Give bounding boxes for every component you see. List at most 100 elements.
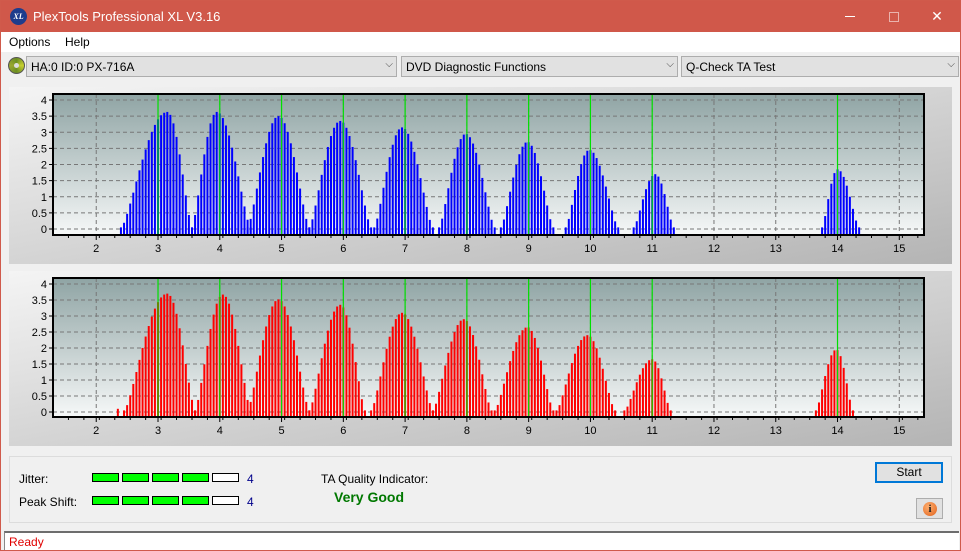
histogram-bar bbox=[326, 330, 329, 417]
test-select[interactable]: Q-Check TA Test ⌵ bbox=[681, 56, 959, 77]
histogram-bar bbox=[839, 356, 842, 417]
y-tick-label: 3.5 bbox=[32, 295, 47, 307]
histogram-bar bbox=[570, 204, 573, 235]
histogram-bar bbox=[564, 384, 567, 417]
histogram-bar bbox=[336, 306, 339, 417]
x-tick-label: 6 bbox=[340, 425, 346, 437]
histogram-bar bbox=[855, 220, 858, 235]
histogram-bar bbox=[546, 389, 549, 417]
info-button[interactable]: i bbox=[916, 498, 943, 519]
results-panel bbox=[9, 456, 952, 523]
menu-help[interactable]: Help bbox=[65, 35, 90, 49]
histogram-bar bbox=[821, 389, 824, 417]
histogram-bar bbox=[240, 364, 243, 417]
histogram-bar bbox=[456, 325, 459, 417]
histogram-bar bbox=[475, 152, 478, 235]
histogram-bar bbox=[598, 357, 601, 417]
histogram-bar bbox=[308, 227, 311, 235]
histogram-bar bbox=[536, 163, 539, 235]
histogram-bar bbox=[360, 399, 363, 417]
histogram-bar bbox=[184, 363, 187, 417]
x-tick-label: 2 bbox=[93, 425, 99, 437]
close-button[interactable]: ✕ bbox=[914, 1, 960, 32]
histogram-bar bbox=[617, 227, 620, 235]
histogram-bar bbox=[441, 378, 444, 417]
histogram-bar bbox=[413, 336, 416, 417]
histogram-bar bbox=[194, 215, 197, 235]
histogram-bar bbox=[203, 364, 206, 417]
x-tick-label: 5 bbox=[278, 425, 284, 437]
histogram-bar bbox=[197, 399, 200, 417]
y-tick-label: 0.5 bbox=[32, 391, 47, 403]
histogram-bar bbox=[425, 390, 428, 417]
histogram-bar bbox=[209, 328, 212, 417]
function-select[interactable]: DVD Diagnostic Functions ⌵ bbox=[401, 56, 678, 77]
ta-quality-value: Very Good bbox=[334, 489, 405, 505]
histogram-bar bbox=[138, 170, 141, 235]
y-tick-label: 4 bbox=[41, 279, 47, 291]
start-button[interactable]: Start bbox=[875, 462, 943, 483]
histogram-bar bbox=[262, 157, 265, 235]
menu-bar: Options Help bbox=[1, 32, 960, 52]
histogram-bar bbox=[153, 308, 156, 417]
histogram-bar bbox=[567, 373, 570, 417]
histogram-bar bbox=[258, 172, 261, 235]
histogram-bar bbox=[648, 360, 651, 417]
histogram-bar bbox=[660, 378, 663, 417]
histogram-bar bbox=[382, 362, 385, 417]
histogram-bar bbox=[416, 348, 419, 417]
histogram-bar bbox=[326, 146, 329, 235]
y-tick-label: 0 bbox=[41, 224, 47, 236]
histogram-bar bbox=[413, 151, 416, 235]
minimize-button[interactable] bbox=[827, 1, 873, 32]
histogram-bar bbox=[648, 181, 651, 235]
histogram-bar bbox=[357, 381, 360, 417]
histogram-bar bbox=[524, 327, 527, 417]
x-tick-label: 4 bbox=[217, 425, 223, 437]
histogram-bar bbox=[401, 127, 404, 235]
histogram-bar bbox=[302, 204, 305, 235]
histogram-bar bbox=[224, 125, 227, 235]
histogram-bar bbox=[543, 374, 546, 417]
histogram-bar bbox=[638, 210, 641, 235]
drive-select-value: HA:0 ID:0 PX-716A bbox=[31, 60, 135, 74]
x-tick-label: 4 bbox=[217, 243, 223, 255]
upper-chart-panel: 0 0.5 1 1.5 2 2.5 3 3.5 4 2 3 4 5 6 7 8 9 10 11 12 13 14 15 bbox=[9, 87, 952, 264]
histogram-bar bbox=[317, 373, 320, 417]
histogram-bar bbox=[487, 402, 490, 417]
histogram-bar bbox=[564, 227, 567, 235]
histogram-bar bbox=[425, 206, 428, 235]
menu-options[interactable]: Options bbox=[9, 35, 50, 49]
histogram-bar bbox=[274, 117, 277, 235]
ta-quality-label: TA Quality Indicator: bbox=[321, 472, 429, 486]
histogram-bar bbox=[243, 382, 246, 417]
histogram-bar bbox=[845, 383, 848, 417]
histogram-bar bbox=[462, 319, 465, 417]
jitter-segment bbox=[212, 473, 239, 482]
title-bar: XL PlexTools Professional XL V3.16 ✕ bbox=[1, 1, 960, 32]
x-tick-label: 8 bbox=[464, 425, 470, 437]
histogram-bar bbox=[592, 341, 595, 417]
histogram-bar bbox=[666, 206, 669, 235]
x-tick-label: 11 bbox=[646, 425, 657, 437]
histogram-bar bbox=[567, 218, 570, 235]
histogram-bar bbox=[428, 219, 431, 235]
histogram-bar bbox=[577, 175, 580, 235]
histogram-bar bbox=[607, 198, 610, 235]
histogram-bar bbox=[373, 403, 376, 417]
close-icon: ✕ bbox=[931, 8, 943, 24]
histogram-bar bbox=[144, 336, 147, 417]
histogram-bar bbox=[345, 315, 348, 417]
histogram-bar bbox=[268, 131, 271, 235]
maximize-button[interactable] bbox=[871, 1, 917, 32]
jitter-value: 4 bbox=[247, 472, 254, 486]
histogram-bar bbox=[530, 145, 533, 235]
histogram-bar bbox=[669, 219, 672, 235]
histogram-bar bbox=[311, 402, 314, 417]
histogram-bar bbox=[821, 227, 824, 235]
histogram-bar bbox=[487, 206, 490, 235]
drive-select[interactable]: HA:0 ID:0 PX-716A ⌵ bbox=[26, 56, 397, 77]
histogram-bar bbox=[252, 387, 255, 417]
histogram-bar bbox=[654, 361, 657, 417]
y-tick-label: 1.5 bbox=[32, 359, 47, 371]
